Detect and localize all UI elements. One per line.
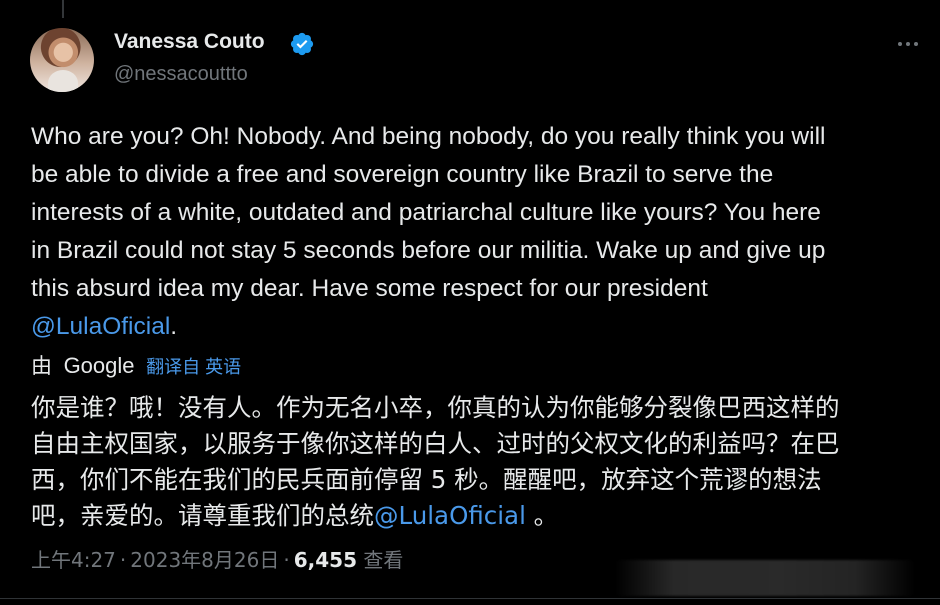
handle[interactable]: @nessacouttto: [114, 63, 248, 86]
tweet-text-line: Who are you? Oh! Nobody. And being nobod…: [31, 123, 826, 150]
translated-mention-link[interactable]: @LulaOficial: [374, 501, 526, 530]
translated-text-line: 你是谁？哦！没有人。作为无名小卒，你真的认为你能够分裂像巴西这样的: [31, 393, 840, 422]
translated-text-line: 西，你们不能在我们的民兵面前停留 5 秒。醒醒吧，放弃这个荒谬的想法: [31, 465, 822, 494]
tweet-time[interactable]: 上午4:27: [31, 548, 116, 572]
tweet-date[interactable]: 2023年8月26日: [130, 548, 279, 572]
meta-separator: ·: [283, 548, 290, 572]
verified-badge-icon: [290, 32, 314, 56]
translated-text-line: 自由主权国家，以服务于像你这样的白人、过时的父权文化的利益吗？在巴: [31, 429, 840, 458]
google-logo: Google: [63, 353, 135, 378]
tweet-text-line: interests of a white, outdated and patri…: [31, 199, 821, 226]
watermark: [615, 560, 915, 596]
views-count: 6,455: [293, 548, 357, 572]
thread-connector-line: [62, 0, 64, 18]
tweet-meta: 上午4:27 · 2023年8月26日 · 6,455 查看: [31, 544, 403, 573]
translated-text-suffix: 。: [525, 501, 559, 530]
more-options-icon[interactable]: [894, 34, 922, 54]
translated-by-label: 由: [31, 355, 52, 378]
avatar[interactable]: [30, 28, 94, 92]
bottom-divider: [0, 598, 940, 599]
translation-attribution: 由 Google 翻译自 英语: [31, 350, 241, 380]
meta-separator: ·: [119, 548, 127, 572]
tweet-text: Who are you? Oh! Nobody. And being nobod…: [31, 118, 926, 346]
translated-text-prefix: 吧，亲爱的。请尊重我们的总统: [31, 501, 374, 530]
mention-suffix: .: [170, 313, 178, 340]
tweet-header: Vanessa Couto @nessacouttto: [30, 26, 918, 92]
tweet-text-line: this absurd idea my dear. Have some resp…: [31, 275, 708, 302]
translated-text-line-last: 吧，亲爱的。请尊重我们的总统@LulaOficial 。: [31, 498, 931, 534]
translated-text: 你是谁？哦！没有人。作为无名小卒，你真的认为你能够分裂像巴西这样的 自由主权国家…: [31, 390, 931, 534]
tweet-text-line: in Brazil could not stay 5 seconds befor…: [31, 237, 826, 264]
translate-source-link[interactable]: 翻译自 英语: [146, 357, 241, 377]
tweet-text-line-mention: @LulaOficial.: [31, 308, 926, 346]
mention-link[interactable]: @LulaOficial: [31, 313, 170, 340]
display-name[interactable]: Vanessa Couto: [114, 30, 265, 54]
tweet-text-line: be able to divide a free and sovereign c…: [31, 161, 774, 188]
views-label: 查看: [363, 548, 404, 572]
